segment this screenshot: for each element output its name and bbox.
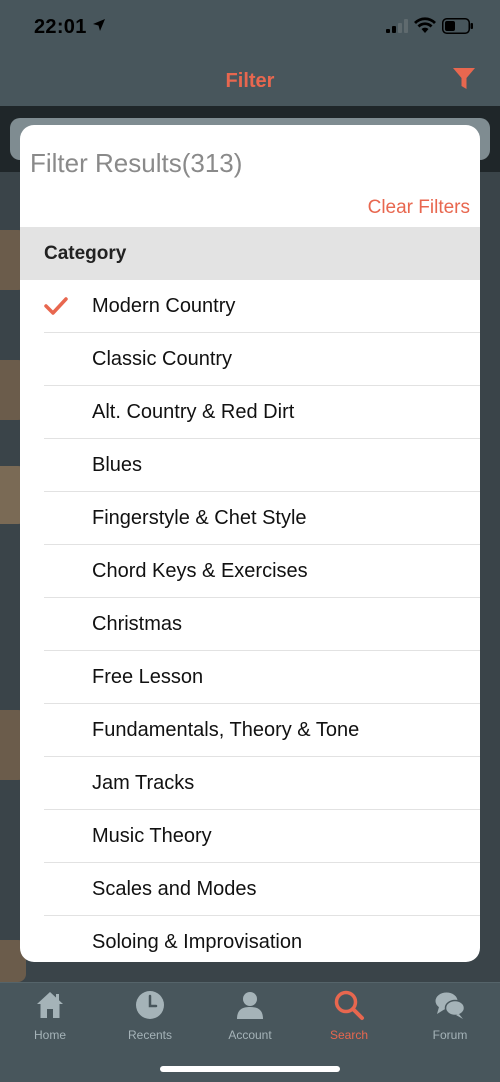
nav-header: Filter	[0, 56, 500, 106]
category-item-label: Jam Tracks	[92, 772, 195, 794]
category-item[interactable]: Chord Keys & Exercises	[20, 545, 480, 598]
chat-bubbles-icon	[435, 992, 466, 1019]
category-item-label: Chord Keys & Exercises	[92, 560, 308, 582]
checkmark-icon	[44, 297, 68, 315]
filter-results-title: Filter Results(313)	[30, 148, 243, 178]
category-item[interactable]: Fingerstyle & Chet Style	[20, 492, 480, 545]
category-item-label: Music Theory	[92, 825, 212, 847]
category-item-label: Scales and Modes	[92, 878, 257, 900]
category-item[interactable]: Music Theory	[20, 810, 480, 863]
category-item[interactable]: Jam Tracks	[20, 757, 480, 810]
home-icon	[37, 992, 63, 1018]
tab-label: Search	[329, 1028, 369, 1042]
category-item-label: Blues	[92, 454, 143, 476]
category-item-label: Soloing & Improvisation	[92, 931, 303, 953]
clear-filters-button[interactable]: Clear Filters	[368, 197, 470, 219]
category-item-label: Alt. Country & Red Dirt	[92, 401, 295, 423]
category-item-label: Classic Country	[92, 348, 233, 370]
category-list: Modern Country Classic Country Alt. Coun…	[20, 280, 480, 962]
category-section-header: Category	[20, 227, 480, 280]
category-item[interactable]: Free Lesson	[20, 651, 480, 704]
category-item-label: Modern Country	[92, 295, 236, 317]
page-title: Filter	[225, 70, 275, 92]
tab-label: Account	[228, 1028, 272, 1042]
tab-label: Forum	[432, 1028, 468, 1042]
category-item-label: Fingerstyle & Chet Style	[92, 507, 307, 529]
wifi-icon	[414, 17, 436, 33]
filter-funnel-icon[interactable]	[451, 66, 477, 92]
tab-label: Recents	[127, 1028, 173, 1042]
home-indicator[interactable]	[160, 1066, 340, 1072]
status-time: 22:01	[34, 16, 87, 38]
cellular-signal-icon	[386, 19, 408, 33]
tab-forum[interactable]: Forum	[405, 989, 495, 1049]
category-item-label: Christmas	[92, 613, 183, 635]
tab-home[interactable]: Home	[5, 989, 95, 1049]
status-bar: 22:01	[0, 0, 500, 56]
location-arrow-icon	[93, 19, 105, 31]
search-icon	[334, 990, 364, 1020]
tab-search[interactable]: Search	[304, 989, 394, 1049]
category-section-label: Category	[44, 243, 127, 264]
category-item[interactable]: Soloing & Improvisation	[20, 916, 480, 962]
category-item[interactable]: Blues	[20, 439, 480, 492]
category-item[interactable]: Fundamentals, Theory & Tone	[20, 704, 480, 757]
tab-account[interactable]: Account	[205, 989, 295, 1049]
filter-modal: Filter Results(313) Clear Filters Catego…	[20, 125, 480, 962]
battery-icon	[442, 18, 473, 34]
clock-icon	[136, 991, 164, 1019]
category-item[interactable]: Classic Country	[20, 333, 480, 386]
category-item[interactable]: Modern Country	[20, 280, 480, 333]
tab-label: Home	[33, 1028, 66, 1042]
category-item-label: Fundamentals, Theory & Tone	[92, 719, 360, 741]
person-icon	[237, 992, 263, 1019]
category-item-label: Free Lesson	[92, 666, 204, 688]
category-item[interactable]: Alt. Country & Red Dirt	[20, 386, 480, 439]
tab-recents[interactable]: Recents	[105, 989, 195, 1049]
category-item[interactable]: Scales and Modes	[20, 863, 480, 916]
category-item[interactable]: Christmas	[20, 598, 480, 651]
